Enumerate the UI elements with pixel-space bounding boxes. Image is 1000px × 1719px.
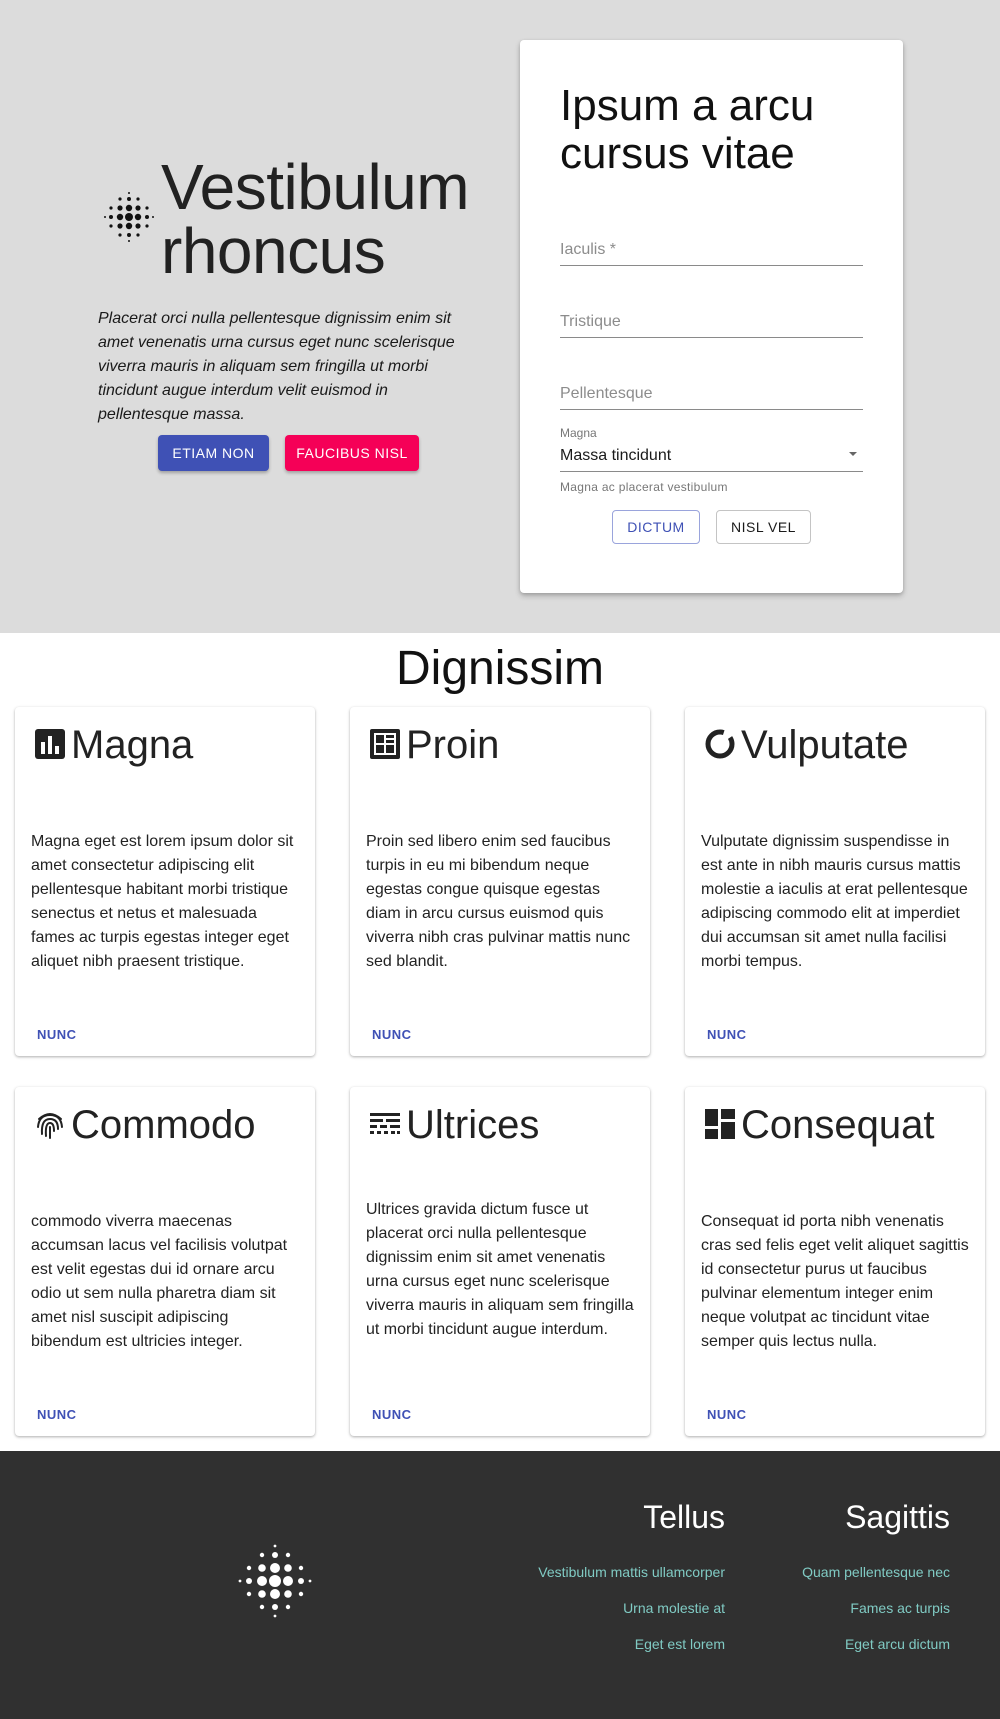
pellentesque-field[interactable]: Pellentesque — [560, 380, 863, 410]
card-magna: Magna Magna eget est lorem ipsum dolor s… — [15, 707, 315, 1056]
card-text: Consequat id porta nibh venenatis cras s… — [701, 1213, 969, 1350]
form-title: Ipsum a arcu cursus vitae — [560, 81, 815, 178]
card-consequat: Consequat Consequat id porta nibh venena… — [685, 1087, 985, 1436]
footer-col1-title: Tellus — [643, 1499, 725, 1535]
card-title: Consequat — [741, 1103, 935, 1147]
card-title: Commodo — [71, 1103, 256, 1147]
card-text: Magna eget est lorem ipsum dolor sit ame… — [31, 833, 294, 970]
card-text: Vulputate dignissim suspendisse in est a… — [701, 833, 968, 970]
card-link[interactable]: NUNC — [707, 1027, 747, 1042]
iaculis-placeholder: Iaculis * — [560, 241, 617, 258]
pellentesque-placeholder: Pellentesque — [560, 385, 653, 402]
card-title: Magna — [71, 723, 194, 767]
hero-description: Placerat orci nulla pellentesque digniss… — [98, 310, 455, 423]
magna-select-label: Magna — [560, 426, 597, 440]
footer-link[interactable]: Fames ac turpis — [850, 1600, 950, 1616]
footer-link[interactable]: Quam pellentesque nec — [802, 1564, 950, 1580]
footer-col2-title: Sagittis — [845, 1499, 950, 1535]
footer: Tellus Vestibulum mattis ullamcorper Urn… — [0, 1451, 1000, 1719]
footer-link[interactable]: Eget est lorem — [635, 1636, 725, 1652]
hero-section: Vestibulum rhoncus Placerat orci nulla p… — [0, 0, 1000, 633]
dashboard-tiles-icon — [705, 1109, 735, 1139]
logo-icon — [104, 192, 154, 242]
nisl-vel-button[interactable]: NISL VEL — [716, 510, 811, 544]
dictum-button[interactable]: DICTUM — [612, 510, 700, 544]
card-link[interactable]: NUNC — [372, 1407, 412, 1422]
caret-down-icon — [849, 452, 857, 456]
line-style-icon — [370, 1113, 400, 1134]
bar-chart-icon — [35, 729, 65, 759]
card-text: Ultrices gravida dictum fusce ut placera… — [366, 1201, 634, 1338]
card-text: Proin sed libero enim sed faucibus turpi… — [366, 833, 631, 970]
magna-select[interactable]: Massa tincidunt — [560, 442, 863, 472]
card-proin: Proin Proin sed libero enim sed faucibus… — [350, 707, 650, 1056]
card-link[interactable]: NUNC — [372, 1027, 412, 1042]
donut-chart-icon — [705, 729, 735, 759]
card-title: Vulputate — [741, 723, 909, 767]
card-title: Proin — [406, 723, 500, 767]
dashboard-grid-icon — [370, 729, 400, 759]
footer-link[interactable]: Vestibulum mattis ullamcorper — [538, 1564, 725, 1580]
footer-link[interactable]: Urna molestie at — [623, 1600, 725, 1616]
etiam-non-button[interactable]: ETIAM NON — [158, 435, 269, 471]
card-ultrices: Ultrices Ultrices gravida dictum fusce u… — [350, 1087, 650, 1436]
magna-select-value: Massa tincidunt — [560, 447, 672, 464]
card-commodo: Commodo commodo viverra maecenas accumsa… — [15, 1087, 315, 1436]
footer-logo-icon — [238, 1544, 312, 1618]
hero-title: Vestibulum rhoncus — [161, 151, 470, 287]
card-link[interactable]: NUNC — [707, 1407, 747, 1422]
tristique-field[interactable]: Tristique — [560, 308, 863, 338]
card-text: commodo viverra maecenas accumsan lacus … — [31, 1213, 288, 1350]
card-link[interactable]: NUNC — [37, 1027, 77, 1042]
card-vulputate: Vulputate Vulputate dignissim suspendiss… — [685, 707, 985, 1056]
hero-title-line2: rhoncus — [161, 215, 386, 287]
footer-link[interactable]: Eget arcu dictum — [845, 1636, 950, 1652]
hero-title-line1: Vestibulum — [161, 151, 470, 223]
faucibus-nisl-button[interactable]: FAUCIBUS NISL — [285, 435, 419, 471]
card-title: Ultrices — [406, 1103, 540, 1147]
form-card: Ipsum a arcu cursus vitae Iaculis * Tris… — [520, 40, 903, 593]
iaculis-field[interactable]: Iaculis * — [560, 236, 863, 266]
select-helper-text: Magna ac placerat vestibulum — [560, 480, 728, 494]
tristique-placeholder: Tristique — [560, 313, 621, 330]
card-link[interactable]: NUNC — [37, 1407, 77, 1422]
fingerprint-icon — [37, 1113, 63, 1139]
section-title: Dignissim — [395, 642, 605, 695]
